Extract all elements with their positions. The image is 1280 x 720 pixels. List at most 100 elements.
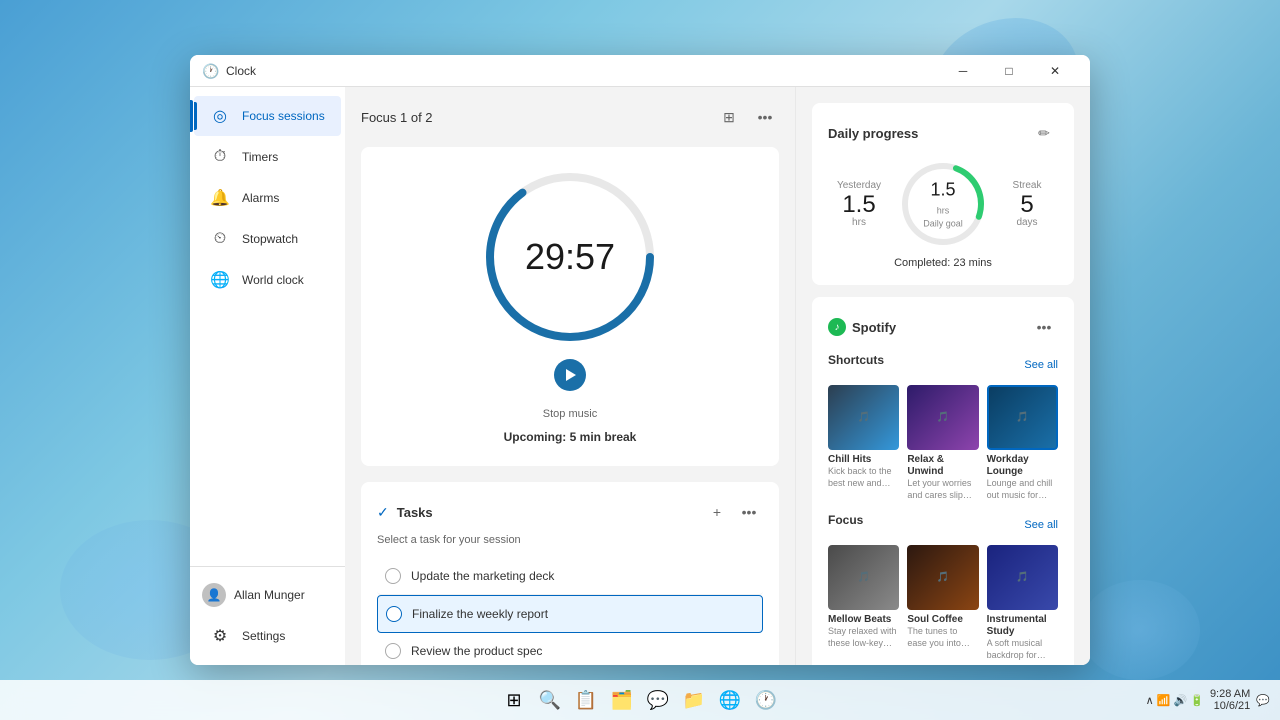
timer-value: 29:57: [525, 239, 615, 275]
edge-button[interactable]: 🌐: [716, 686, 744, 714]
more-options-button[interactable]: •••: [751, 103, 779, 131]
panel-title: Focus 1 of 2: [361, 110, 433, 125]
chill-hits-name: Chill Hits: [828, 454, 899, 466]
workday-lounge-name: Workday Lounge: [987, 454, 1058, 478]
dp-goal-value: 1.5: [923, 180, 963, 201]
workday-lounge-desc: Lounge and chill out music for your wor.…: [987, 478, 1058, 501]
streak-unit: days: [996, 217, 1058, 228]
spotify-title-row: ♪ Spotify: [828, 318, 896, 336]
soul-coffee-thumb: 🎵: [907, 545, 978, 610]
streak-value: 5: [996, 193, 1058, 217]
instrumental-study-desc: A soft musical backdrop for your...: [987, 638, 1058, 661]
yesterday-label: Yesterday: [828, 180, 890, 191]
stopwatch-icon: ⏲: [210, 230, 230, 248]
task-radio-3[interactable]: [385, 643, 401, 659]
timer-text: 29:57: [525, 239, 615, 275]
alarms-icon: 🔔: [210, 188, 230, 208]
taskbar-time[interactable]: 9:28 AM 10/6/21: [1210, 688, 1250, 712]
tasks-actions: + •••: [703, 498, 763, 526]
task-radio-2[interactable]: [386, 606, 402, 622]
chill-hits-thumb: 🎵: [828, 385, 899, 450]
minimize-button[interactable]: ─: [940, 55, 986, 87]
soul-coffee-desc: The tunes to ease you into your day...: [907, 626, 978, 649]
soul-coffee-name: Soul Coffee: [907, 614, 978, 626]
main-window: 🕐 Clock ─ □ ✕ ◎ Focus sessions ⏱ Timers …: [190, 55, 1090, 665]
sidebar-item-timers[interactable]: ⏱ Timers: [194, 138, 341, 176]
spotify-more-button[interactable]: •••: [1030, 313, 1058, 341]
widgets-button[interactable]: 🗂️: [608, 686, 636, 714]
timer-action-icon[interactable]: [554, 359, 586, 396]
taskbar-center: ⊞ 🔍 📋 🗂️ 💬 📁 🌐 🕐: [500, 686, 780, 714]
tasks-more-button[interactable]: •••: [735, 498, 763, 526]
search-taskbar-button[interactable]: 🔍: [536, 686, 564, 714]
dp-edit-button[interactable]: ✏: [1030, 119, 1058, 147]
sidebar-item-stopwatch[interactable]: ⏲ Stopwatch: [194, 220, 341, 258]
timer-circle: 29:57: [480, 167, 660, 347]
add-task-button[interactable]: +: [703, 498, 731, 526]
timer-card: 29:57 Stop music Upcoming:: [361, 147, 779, 466]
sidebar-item-focus-sessions[interactable]: ◎ Focus sessions: [194, 96, 341, 136]
yesterday-unit: hrs: [828, 217, 890, 228]
header-actions: ⊞ •••: [715, 103, 779, 131]
teams-button[interactable]: 💬: [644, 686, 672, 714]
upcoming-text: Upcoming: 5 min break: [504, 430, 637, 444]
user-item[interactable]: 👤 Allan Munger: [190, 575, 345, 615]
completed-text: Completed: 23 mins: [828, 257, 1058, 269]
dp-stat-streak: Streak 5 days: [996, 180, 1058, 228]
task-label-1: Update the marketing deck: [411, 569, 554, 583]
task-item-1[interactable]: Update the marketing deck: [377, 558, 763, 595]
instrumental-study-name: Instrumental Study: [987, 614, 1058, 638]
settings-label: Settings: [242, 629, 285, 643]
relax-unwind-thumb: 🎵: [907, 385, 978, 450]
task-view-button[interactable]: 📋: [572, 686, 600, 714]
completed-value: 23 mins: [953, 257, 992, 269]
upcoming-value: 5 min break: [570, 430, 637, 444]
shortcuts-see-all[interactable]: See all: [1024, 359, 1058, 371]
task-item-2[interactable]: Finalize the weekly report: [377, 595, 763, 633]
tasks-check-icon: ✓: [377, 504, 389, 521]
focus-sessions-label: Focus sessions: [242, 109, 325, 123]
close-button[interactable]: ✕: [1032, 55, 1078, 87]
music-card-relax-unwind[interactable]: 🎵 Relax & Unwind Let your worries and ca…: [907, 385, 978, 501]
focus-panel: Focus 1 of 2 ⊞ •••: [345, 87, 795, 665]
tasks-title: Tasks: [397, 505, 433, 520]
task-radio-1[interactable]: [385, 568, 401, 584]
focus-label: Focus: [828, 513, 863, 527]
user-avatar: 👤: [202, 583, 226, 607]
focus-see-all[interactable]: See all: [1024, 519, 1058, 531]
dp-right-stats: Streak 5 days: [996, 180, 1058, 228]
dp-circle: 1.5 hrs Daily goal: [898, 159, 988, 249]
music-card-workday-lounge[interactable]: 🎵 Workday Lounge Lounge and chill out mu…: [987, 385, 1058, 501]
timers-label: Timers: [242, 150, 278, 164]
timers-icon: ⏱: [210, 148, 230, 166]
sidebar-bottom: 👤 Allan Munger ⚙ Settings: [190, 566, 345, 657]
clock-taskbar-button[interactable]: 🕐: [752, 686, 780, 714]
music-card-mellow-beats[interactable]: 🎵 Mellow Beats Stay relaxed with these l…: [828, 545, 899, 661]
sidebar-item-alarms[interactable]: 🔔 Alarms: [194, 178, 341, 218]
task-label-3: Review the product spec: [411, 644, 542, 658]
mellow-beats-name: Mellow Beats: [828, 614, 899, 626]
taskbar: ⊞ 🔍 📋 🗂️ 💬 📁 🌐 🕐 ∧ 📶 🔊 🔋 9:28 AM 10/6/21…: [0, 680, 1280, 720]
notification-button[interactable]: 💬: [1256, 694, 1270, 707]
explorer-button[interactable]: 📁: [680, 686, 708, 714]
task-item-3[interactable]: Review the product spec: [377, 633, 763, 665]
fullscreen-button[interactable]: ⊞: [715, 103, 743, 131]
music-card-instrumental-study[interactable]: 🎵 Instrumental Study A soft musical back…: [987, 545, 1058, 661]
panel-header: Focus 1 of 2 ⊞ •••: [361, 103, 779, 131]
main-layout: ◎ Focus sessions ⏱ Timers 🔔 Alarms ⏲ Sto…: [190, 87, 1090, 665]
sidebar-item-world-clock[interactable]: 🌐 World clock: [194, 260, 341, 300]
shortcuts-section-header: Shortcuts See all: [828, 353, 1058, 377]
music-card-chill-hits[interactable]: 🎵 Chill Hits Kick back to the best new a…: [828, 385, 899, 501]
content-area: Focus 1 of 2 ⊞ •••: [345, 87, 1090, 665]
app-title: Clock: [226, 64, 940, 78]
dp-goal-unit: hrs: [937, 206, 950, 216]
maximize-button[interactable]: □: [986, 55, 1032, 87]
active-indicator: [194, 102, 197, 130]
titlebar: 🕐 Clock ─ □ ✕: [190, 55, 1090, 87]
shortcuts-label: Shortcuts: [828, 353, 884, 367]
sidebar-item-settings[interactable]: ⚙ Settings: [194, 616, 341, 656]
start-button[interactable]: ⊞: [500, 686, 528, 714]
music-card-soul-coffee[interactable]: 🎵 Soul Coffee The tunes to ease you into…: [907, 545, 978, 661]
focus-section-header: Focus See all: [828, 513, 1058, 537]
dp-title: Daily progress: [828, 126, 918, 141]
